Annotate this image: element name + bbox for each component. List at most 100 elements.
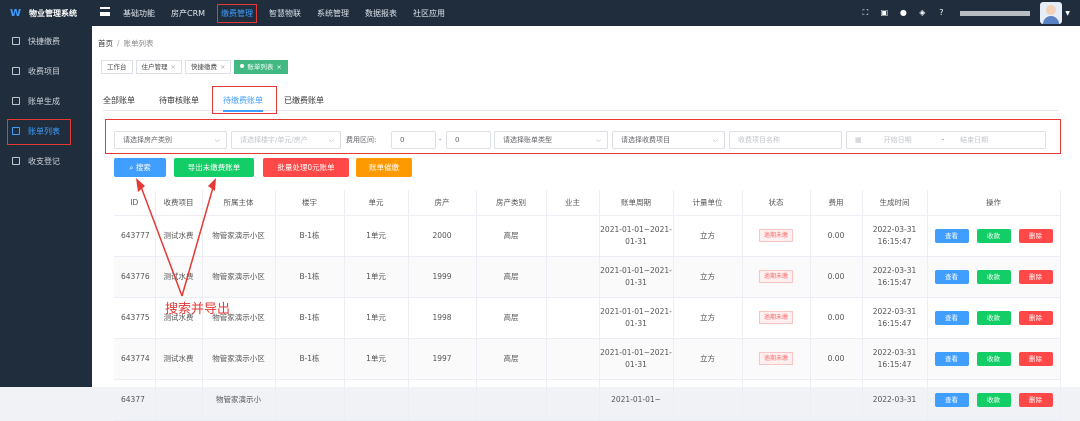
delete-button[interactable]: 删除 [1018, 392, 1053, 407]
cell-fee [810, 379, 863, 421]
chevron-down-icon[interactable]: ▼ [1065, 10, 1070, 17]
cell-uom: 立方 [673, 338, 743, 380]
cell-item: 测试水费 [155, 338, 203, 380]
batch-zero-bill-button[interactable]: 批量处理0元账单 [263, 158, 349, 177]
cell-house: 2000 [408, 215, 477, 257]
sidebar-item-quick-pay[interactable]: 快捷缴费 [0, 26, 92, 56]
bill-type-select[interactable]: 请选择账单类型 ⌵ [494, 131, 608, 149]
start-date[interactable]: 开始日期 [884, 136, 912, 144]
fullscreen-icon[interactable]: ⛶ [861, 9, 869, 17]
cell-status: 逾期未缴 [742, 256, 811, 298]
tag-residents[interactable]: 住户管理 × [135, 60, 182, 74]
fee-min-input[interactable]: 0 [391, 131, 436, 149]
row-action-group: 查看 收款 删除 [928, 392, 1060, 407]
end-date[interactable]: 结束日期 [960, 136, 988, 144]
sidebar-item-charge-items[interactable]: 收费项目 [0, 56, 92, 86]
cell-owner [546, 256, 600, 298]
charge-item-icon [12, 67, 20, 75]
fee-max-input[interactable]: 0 [446, 131, 491, 149]
collect-button[interactable]: 收款 [976, 269, 1011, 284]
topnav-community[interactable]: 社区应用 [413, 8, 445, 19]
close-icon[interactable]: × [276, 63, 281, 71]
export-unpaid-button[interactable]: 导出未缴费账单 [174, 158, 254, 177]
view-button[interactable]: 查看 [934, 310, 969, 325]
cell-uom: 立方 [673, 256, 743, 298]
button-label: 导出未缴费账单 [187, 163, 241, 172]
collect-button[interactable]: 收款 [976, 351, 1011, 366]
sidebar-item-label: 账单列表 [28, 126, 60, 136]
cell-actions: 查看 收款 删除 [927, 338, 1061, 380]
cell-unit: 1单元 [344, 215, 409, 257]
cell-unit: 1单元 [344, 297, 409, 339]
collect-button[interactable]: 收款 [976, 392, 1011, 407]
cell-house-type: 高层 [476, 338, 547, 380]
sidebar-item-ledger[interactable]: 收支登记 [0, 146, 92, 176]
bill-table: ID 收费项目 所属主体 楼宇 单元 房产 房产类别 业主 账单周期 计量单位 … [114, 190, 1061, 421]
delete-button[interactable]: 删除 [1018, 269, 1053, 284]
topnav-crm[interactable]: 房产CRM [171, 8, 205, 19]
tab-all-bills[interactable]: 全部账单 [103, 95, 135, 106]
select-placeholder: 请选择楼宇/单元/房产 [240, 136, 308, 144]
bell-icon[interactable]: ● [899, 9, 907, 17]
cell-house: 1997 [408, 338, 477, 380]
topnav-basic[interactable]: 基础功能 [123, 8, 155, 19]
col-item: 收费项目 [155, 190, 203, 216]
tag-quick-pay[interactable]: 快捷缴费 × [184, 60, 232, 74]
sidebar-item-bill-list[interactable]: 账单列表 [0, 116, 92, 146]
topnav-iot[interactable]: 智慧物联 [269, 8, 301, 19]
tag-label: 工作台 [107, 63, 127, 71]
close-icon[interactable]: × [220, 63, 225, 71]
cell-actions: 查看 收款 删除 [927, 256, 1061, 298]
tag-label: 快捷缴费 [190, 63, 217, 71]
view-button[interactable]: 查看 [934, 351, 969, 366]
row-action-group: 查看 收款 删除 [928, 269, 1060, 284]
breadcrumb: 首页 / 账单列表 [98, 38, 154, 49]
topnav-system[interactable]: 系统管理 [317, 8, 349, 19]
top-menu: 基础功能 房产CRM 缴费管理 智慧物联 系统管理 数据报表 社区应用 [123, 0, 461, 26]
app-logo[interactable]: W 物业管理系统 [0, 0, 92, 26]
close-icon[interactable]: × [171, 63, 176, 71]
delete-button[interactable]: 删除 [1018, 228, 1053, 243]
cell-house [408, 379, 477, 421]
avatar[interactable] [1040, 2, 1063, 24]
sidebar-item-bill-generate[interactable]: 账单生成 [0, 86, 92, 116]
cell-building: B-1栋 [275, 256, 345, 298]
cell-status: 逾期未缴 [742, 297, 811, 339]
layers-icon[interactable]: ◈ [918, 9, 926, 17]
tag-workbench[interactable]: 工作台 [101, 60, 133, 74]
item-name-input[interactable]: 收费项目名称 [729, 131, 842, 149]
view-button[interactable]: 查看 [934, 228, 969, 243]
screen-icon[interactable]: ▣ [880, 9, 889, 17]
tab-pending-review[interactable]: 待审核账单 [159, 95, 199, 106]
date-range-picker[interactable]: ▦ 开始日期 - 结束日期 [846, 131, 1046, 149]
tag-label: 住户管理 [141, 63, 168, 71]
house-type-select[interactable]: 请选择房产类别 ⌵ [114, 131, 227, 149]
col-entity: 所属主体 [202, 190, 276, 216]
col-id[interactable]: ID [114, 190, 156, 216]
bill-list-icon [12, 127, 20, 135]
help-icon[interactable]: ? [937, 9, 945, 17]
topnav-billing[interactable]: 缴费管理 [217, 3, 258, 23]
col-house: 房产 [408, 190, 477, 216]
collect-button[interactable]: 收款 [976, 228, 1011, 243]
view-button[interactable]: 查看 [934, 392, 969, 407]
search-button[interactable]: ⌕ 搜索 [114, 158, 166, 177]
topnav-reports[interactable]: 数据报表 [365, 8, 397, 19]
collect-button[interactable]: 收款 [976, 310, 1011, 325]
breadcrumb-separator: / [117, 39, 120, 48]
tag-bill-list[interactable]: 账单列表 × [234, 60, 288, 74]
charge-item-select[interactable]: 请选择收费项目 ⌵ [612, 131, 725, 149]
cell-entity: 物管家演示小区 [202, 338, 276, 380]
active-dot-icon [240, 64, 245, 68]
building-select[interactable]: 请选择楼宇/单元/房产 ⌵ [231, 131, 341, 149]
view-button[interactable]: 查看 [934, 269, 969, 284]
table-row: 643776 测试水费 物管家演示小区 B-1栋 1单元 1999 高层 2021-01-01… [114, 256, 1061, 298]
delete-button[interactable]: 删除 [1018, 310, 1053, 325]
tab-paid[interactable]: 已缴费账单 [284, 95, 324, 106]
hamburger-icon[interactable] [100, 7, 110, 16]
cell-id: 643776 [114, 256, 156, 298]
breadcrumb-home[interactable]: 首页 [98, 39, 113, 48]
cell-created: 2022-03-31 [862, 379, 928, 421]
bill-remind-button[interactable]: 账单催缴 [356, 158, 412, 177]
delete-button[interactable]: 删除 [1018, 351, 1053, 366]
